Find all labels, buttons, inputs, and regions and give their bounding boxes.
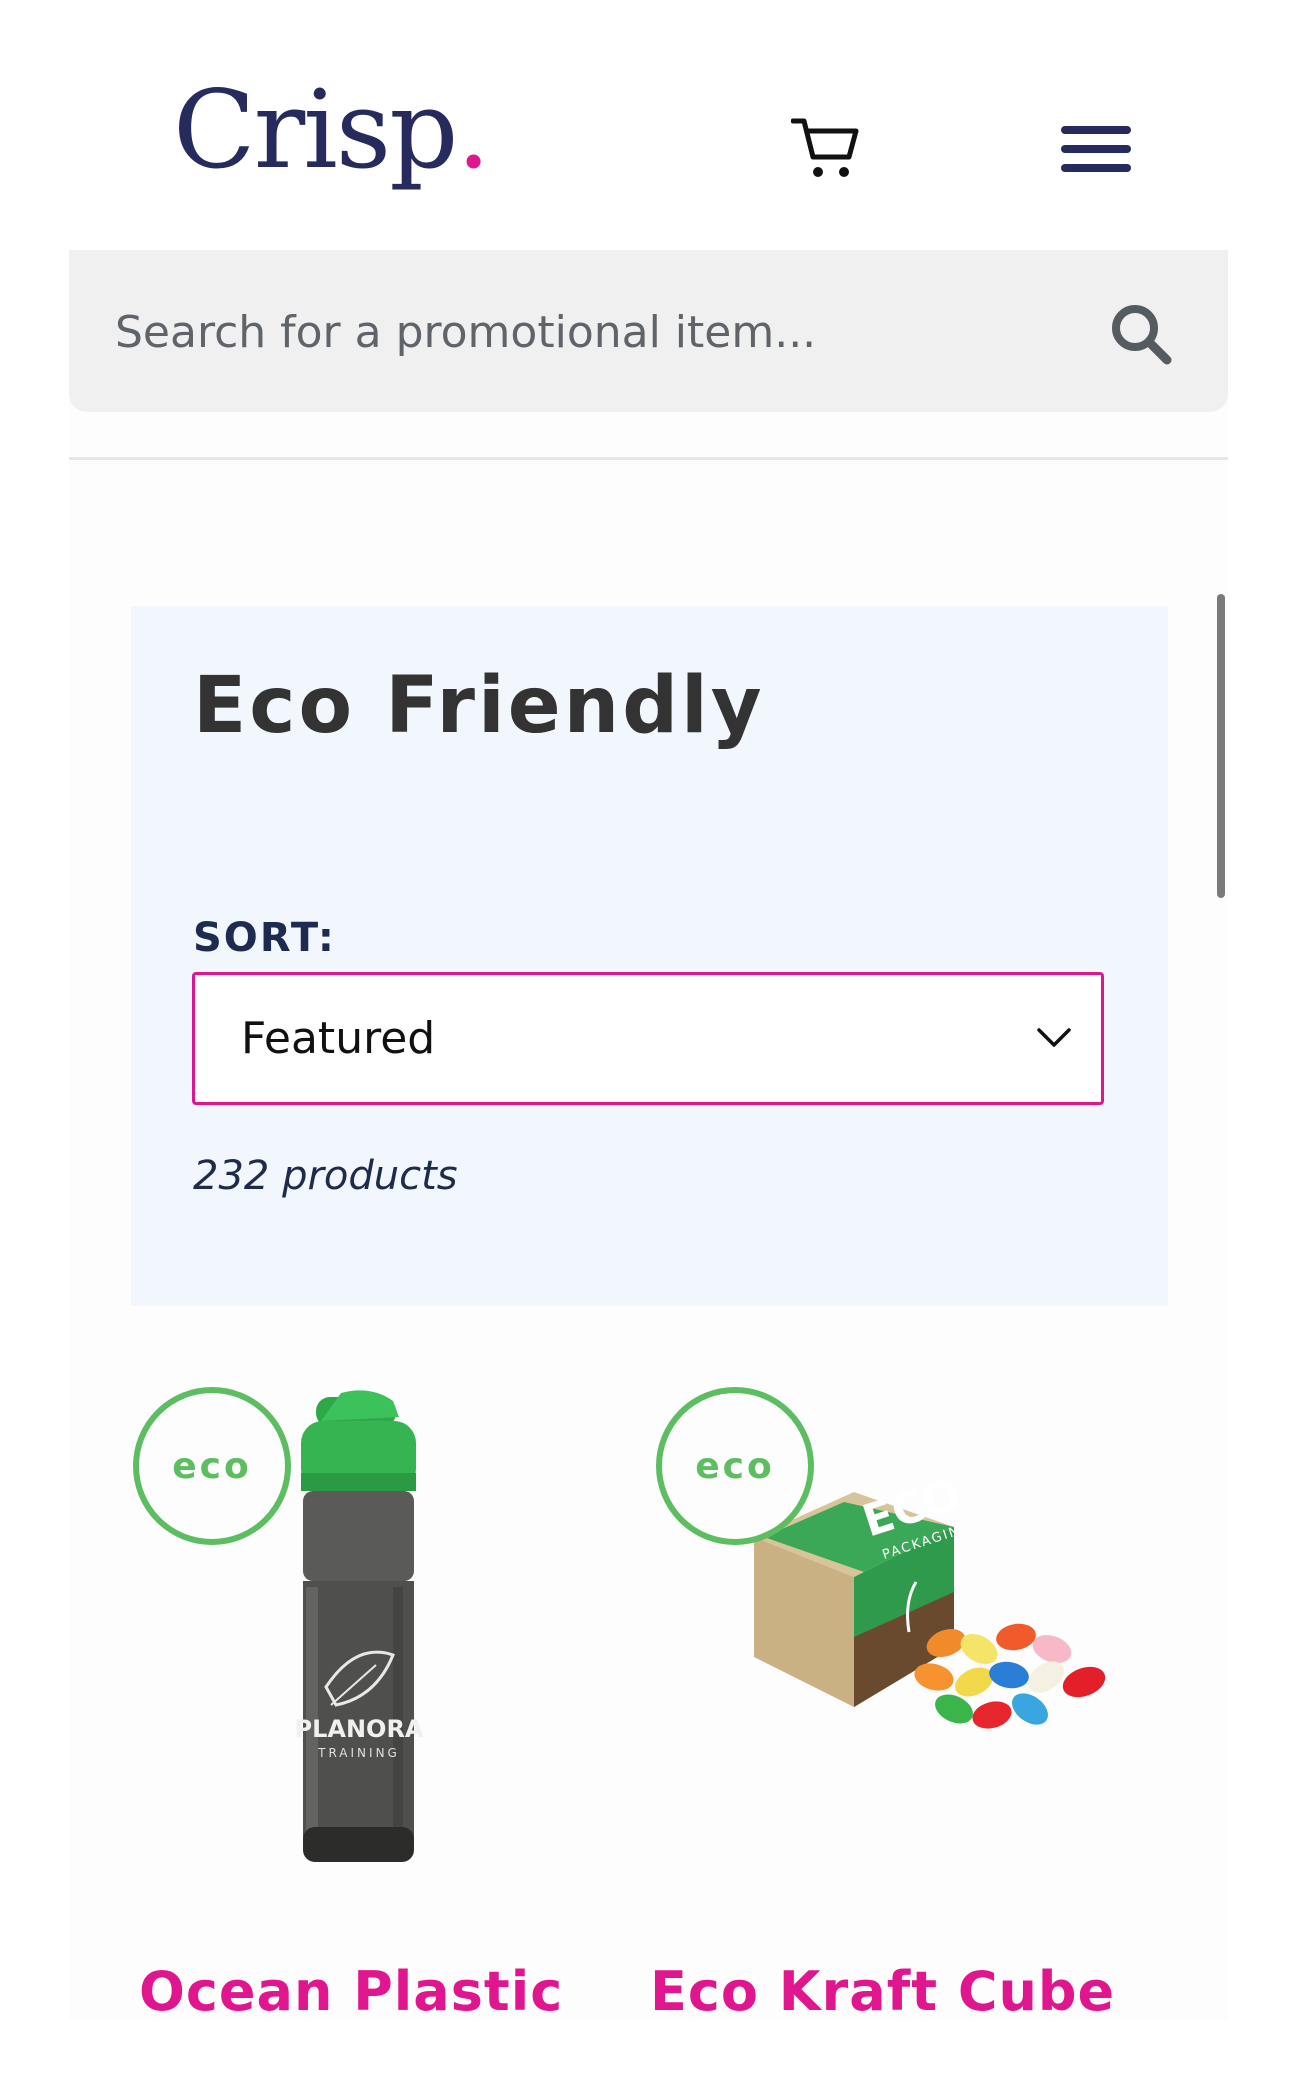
search-icon[interactable] xyxy=(1109,302,1173,366)
sort-label: SORT: xyxy=(193,915,336,961)
product-title[interactable]: Eco Kraft Cube Jelly Beans xyxy=(650,1959,1170,2025)
filter-panel: Eco Friendly SORT: Featured 232 products xyxy=(131,606,1168,1306)
logo[interactable]: Crisp. xyxy=(173,77,491,185)
eco-badge: eco xyxy=(656,1387,814,1545)
search-input[interactable] xyxy=(113,290,1077,374)
product-card[interactable]: eco PLANORA TRAINING Ocean Plastic Flip … xyxy=(131,1387,641,2025)
divider xyxy=(69,457,1228,460)
search-bar xyxy=(69,250,1228,412)
hamburger-menu-icon[interactable] xyxy=(1061,126,1131,180)
chevron-down-icon xyxy=(1037,1028,1071,1047)
logo-text: Crisp xyxy=(173,68,458,193)
scrollbar[interactable] xyxy=(1217,594,1225,898)
product-count: 232 products xyxy=(193,1153,458,1199)
page: Crisp. Eco Friendly SORT: Featured 232 p… xyxy=(69,57,1228,2025)
product-card[interactable]: eco ECO PACKAGING Eco Kraft Cube J xyxy=(650,1387,1164,2025)
product-title[interactable]: Ocean Plastic Flip Lid Bottle xyxy=(139,1959,659,2025)
cart-icon[interactable] xyxy=(791,115,859,179)
bottle-print-subtext: TRAINING xyxy=(317,1746,400,1760)
sort-selected-value: Featured xyxy=(241,1013,436,1064)
top-bar: Crisp. xyxy=(69,57,1228,250)
eco-badge: eco xyxy=(133,1387,291,1545)
bottle-print-text: PLANORA xyxy=(295,1715,424,1743)
viewport-bottom xyxy=(0,2020,1300,2092)
sort-select[interactable]: Featured xyxy=(192,972,1104,1105)
logo-dot: . xyxy=(456,68,490,193)
page-title: Eco Friendly xyxy=(193,661,765,751)
